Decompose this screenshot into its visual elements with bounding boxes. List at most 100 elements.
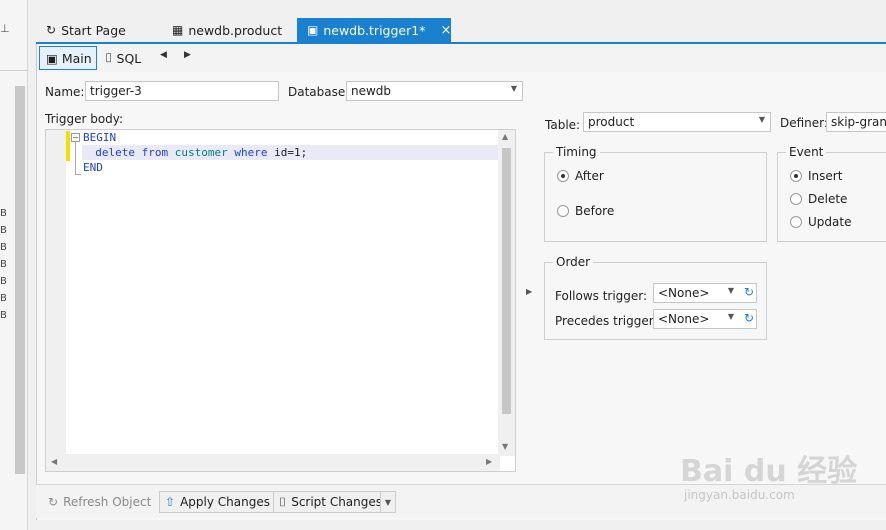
close-icon[interactable]: × [440, 23, 451, 38]
main-label: Main [61, 50, 92, 66]
order-group: Order Follows trigger: <None> ▼ ↻ Preced… [544, 255, 767, 340]
keyword: delete [95, 146, 135, 159]
timing-title: Timing [553, 145, 600, 159]
table-label: Table: [545, 118, 581, 132]
divider [0, 70, 28, 71]
tab-product[interactable]: ▦ newdb.product [162, 18, 297, 42]
definer-select[interactable]: skip-grants [826, 112, 886, 132]
table-icon: ▦ [172, 23, 184, 37]
keyword: from [141, 146, 169, 159]
definer-value: skip-grants [831, 115, 886, 129]
radio-label: After [575, 169, 604, 183]
precedes-trigger-select[interactable]: <None> ▼ ↻ [653, 309, 757, 329]
event-insert-radio[interactable]: Insert [790, 169, 842, 183]
document-tabs: ↻ Start Page ▦ newdb.product ▣ newdb.tri… [36, 18, 886, 42]
code-line: END [83, 160, 103, 175]
condition: id=1; [274, 146, 308, 159]
sql-label: SQL [116, 50, 142, 66]
follows-trigger-select[interactable]: <None> ▼ ↻ [653, 283, 757, 303]
size-label: B [0, 242, 7, 253]
precedes-trigger-value: <None> [658, 312, 710, 326]
size-label: B [0, 208, 7, 219]
script-changes-button[interactable]: ⌷ Script Changes [273, 491, 389, 513]
editor-horizontal-scrollbar[interactable]: ◀ ▶ [46, 454, 500, 471]
script-changes-dropdown[interactable]: ▼ [380, 491, 396, 513]
identifier: customer [174, 146, 228, 159]
watermark-url: jingyan.baidu.com [684, 488, 795, 502]
editor-toolbar: ▣ Main ⌷ SQL ◀ ▶ [37, 44, 886, 72]
pin-icon[interactable]: ⊥ [0, 22, 10, 35]
start-page-icon: ↻ [46, 23, 57, 37]
script-icon: ⌷ [279, 494, 287, 509]
editor-vertical-scrollbar[interactable]: ▲ ▼ [498, 130, 515, 456]
tab-label: Start Page [61, 22, 126, 38]
event-delete-radio[interactable]: Delete [790, 192, 847, 206]
left-scrollbar[interactable] [15, 86, 25, 474]
follows-trigger-value: <None> [658, 286, 710, 300]
trigger-body-label: Trigger body: [45, 112, 124, 126]
timing-after-radio[interactable]: After [557, 169, 604, 183]
size-label: B [0, 225, 7, 236]
code-editor[interactable]: − BEGIN delete from customer where id=1;… [45, 129, 516, 472]
fold-line [75, 142, 76, 174]
database-select[interactable]: newdb ▼ [346, 81, 523, 101]
scroll-down-icon[interactable]: ▼ [502, 442, 508, 451]
forward-arrow-icon[interactable]: ▶ [184, 50, 191, 60]
timing-group: Timing After Before [544, 145, 767, 242]
chevron-down-icon: ▼ [384, 497, 392, 507]
expand-arrow-icon[interactable]: ▶ [526, 287, 532, 296]
radio-label: Before [575, 204, 615, 218]
tab-start-page[interactable]: ↻ Start Page [36, 18, 162, 42]
radio-label: Delete [808, 192, 848, 206]
tab-label: newdb.product [188, 22, 283, 38]
editor-gutter [46, 130, 66, 471]
radio-checked-icon [557, 170, 569, 182]
event-group: Event Insert Delete Update [777, 145, 886, 242]
scroll-left-icon[interactable]: ◀ [51, 457, 57, 466]
table-value: product [588, 115, 635, 129]
keyword: where [234, 146, 268, 159]
keyword: BEGIN [83, 131, 117, 144]
main-icon: ▣ [46, 50, 58, 66]
database-label: Database: [288, 85, 350, 99]
database-value: newdb [351, 84, 392, 98]
left-panel: ⊥ B B B B B B B [0, 0, 28, 530]
back-arrow-icon[interactable]: ◀ [160, 50, 167, 60]
radio-label: Update [808, 215, 852, 229]
chevron-down-icon: ▼ [510, 84, 517, 93]
chevron-down-icon: ▼ [758, 115, 765, 124]
precedes-trigger-label: Precedes trigger: [555, 314, 658, 328]
timing-before-radio[interactable]: Before [557, 204, 614, 218]
chevron-down-icon: ▼ [727, 312, 734, 321]
scroll-right-icon[interactable]: ▶ [486, 457, 492, 466]
apply-icon: ⇧ [165, 495, 176, 509]
refresh-object-button[interactable]: ↻ Refresh Object [42, 491, 157, 513]
size-label: B [0, 293, 7, 304]
radio-unchecked-icon [790, 193, 802, 205]
watermark-logo: Bai du 经验 [680, 454, 858, 489]
size-label: B [0, 259, 7, 270]
code-line: BEGIN [83, 130, 116, 145]
refresh-icon[interactable]: ↻ [744, 285, 754, 299]
radio-label: Insert [808, 169, 843, 183]
fold-collapse-icon[interactable]: − [71, 133, 80, 142]
scroll-thumb[interactable] [502, 148, 511, 414]
trigger-icon: ▣ [307, 23, 319, 37]
apply-changes-button[interactable]: ⇧ Apply Changes [159, 491, 276, 513]
radio-unchecked-icon [790, 216, 802, 228]
sql-tab-button[interactable]: ⌷ SQL [99, 46, 155, 70]
refresh-icon: ↻ [48, 495, 59, 509]
name-input[interactable]: trigger-3 [85, 81, 279, 101]
chevron-down-icon: ▼ [727, 286, 734, 295]
size-label: B [0, 276, 7, 287]
refresh-icon[interactable]: ↻ [744, 311, 754, 325]
table-select[interactable]: product ▼ [583, 112, 771, 132]
sql-icon: ⌷ [105, 50, 113, 65]
button-label: Apply Changes [180, 495, 270, 509]
radio-unchecked-icon [557, 205, 569, 217]
tab-trigger1[interactable]: ▣ newdb.trigger1* × [297, 18, 451, 42]
event-update-radio[interactable]: Update [790, 215, 851, 229]
main-tab-button[interactable]: ▣ Main [39, 46, 97, 70]
button-label: Script Changes [291, 495, 383, 509]
scroll-up-icon[interactable]: ▲ [502, 132, 508, 141]
